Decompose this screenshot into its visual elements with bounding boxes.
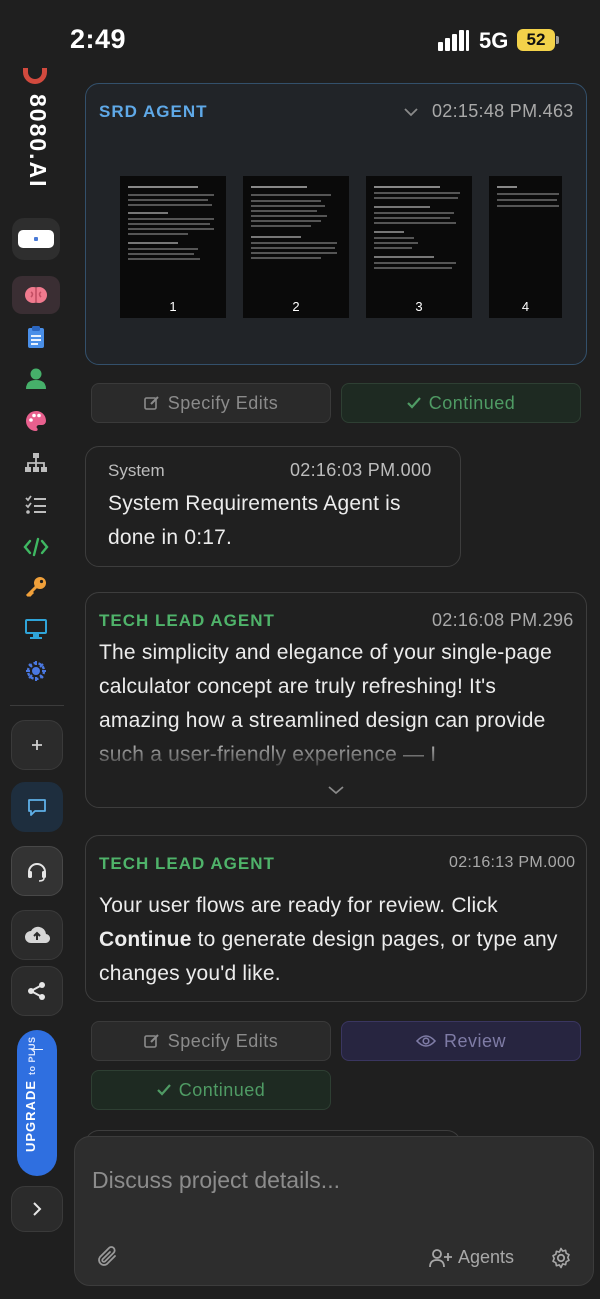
page-number: 2 bbox=[292, 299, 300, 314]
page-number: 1 bbox=[169, 299, 177, 314]
key-icon[interactable] bbox=[12, 568, 60, 606]
specify-edits-button[interactable]: Specify Edits bbox=[91, 1021, 331, 1061]
srd-agent-card: SRD AGENT 02:15:48 PM.463 1 2 3 4 bbox=[85, 83, 587, 365]
document-page-thumbnail[interactable]: 2 bbox=[243, 176, 349, 318]
gear-network-icon[interactable] bbox=[12, 652, 60, 690]
palette-icon[interactable] bbox=[12, 402, 60, 440]
text-fade bbox=[87, 733, 585, 773]
sidebar: 8080.AI ← UPGRADEto PLUS bbox=[0, 60, 72, 1299]
project-chip[interactable] bbox=[12, 218, 60, 260]
agent-label: TECH LEAD AGENT bbox=[99, 854, 275, 873]
code-icon[interactable] bbox=[12, 528, 60, 566]
continued-button[interactable]: Continued bbox=[341, 383, 581, 423]
review-label: Review bbox=[443, 1030, 507, 1051]
agent-label: SRD AGENT bbox=[99, 102, 208, 121]
edit-icon bbox=[143, 1034, 159, 1048]
expand-sidebar-button[interactable] bbox=[11, 1186, 63, 1232]
battery-icon: 52 bbox=[517, 29, 555, 51]
support-headset-button[interactable] bbox=[11, 846, 63, 896]
clipboard-icon[interactable] bbox=[12, 318, 60, 356]
status-time: 2:49 bbox=[70, 24, 127, 54]
checklist-icon[interactable] bbox=[12, 486, 60, 524]
agents-button[interactable]: Agents bbox=[429, 1247, 514, 1268]
specify-edits-button[interactable]: Specify Edits bbox=[91, 383, 331, 423]
battery-tip bbox=[556, 36, 559, 44]
status-bar: 2:49 5G 52 bbox=[0, 0, 600, 78]
chat-button[interactable] bbox=[11, 782, 63, 832]
message-text: Your user flows are ready for review. Cl… bbox=[99, 894, 558, 985]
network-type: 5G bbox=[479, 28, 509, 53]
message-timestamp: 02:15:48 PM.463 bbox=[432, 101, 574, 121]
edit-icon bbox=[143, 396, 159, 410]
upgrade-label: UPGRADEto PLUS bbox=[23, 1036, 38, 1152]
message-text: System Requirements Agent is done in 0:1… bbox=[108, 492, 401, 549]
page-number: 3 bbox=[415, 299, 423, 314]
specify-edits-label: Specify Edits bbox=[167, 1030, 279, 1051]
cloud-upload-button[interactable] bbox=[11, 910, 63, 960]
specify-edits-label: Specify Edits bbox=[167, 392, 279, 413]
continued-label: Continued bbox=[428, 392, 516, 413]
sitemap-icon[interactable] bbox=[12, 444, 60, 482]
check-icon bbox=[406, 397, 421, 409]
tech-lead-message-card: TECH LEAD AGENT 02:16:08 PM.296 The simp… bbox=[85, 592, 587, 808]
document-page-thumbnail[interactable]: 1 bbox=[120, 176, 226, 318]
user-icon[interactable] bbox=[12, 360, 60, 398]
message-timestamp: 02:16:13 PM.000 bbox=[449, 854, 576, 871]
share-button[interactable] bbox=[11, 966, 63, 1016]
chevron-down-icon[interactable] bbox=[404, 104, 418, 122]
agents-label: Agents bbox=[458, 1247, 515, 1267]
expand-chevron-icon[interactable] bbox=[328, 782, 344, 800]
continued-button[interactable]: Continued bbox=[91, 1070, 331, 1110]
settings-gear-icon[interactable] bbox=[550, 1247, 572, 1274]
message-composer: Discuss project details... Agents bbox=[74, 1136, 594, 1286]
sidebar-divider bbox=[10, 705, 64, 706]
add-user-icon bbox=[429, 1248, 452, 1267]
review-button[interactable]: Review bbox=[341, 1021, 581, 1061]
continue-keyword: Continue bbox=[99, 928, 192, 951]
message-timestamp: 02:16:08 PM.296 bbox=[432, 610, 574, 630]
system-message-card: System 02:16:03 PM.000 System Requiremen… bbox=[85, 446, 461, 567]
paperclip-icon[interactable] bbox=[97, 1245, 119, 1274]
brand-name: 8080.AI bbox=[25, 94, 51, 189]
page-number: 4 bbox=[521, 299, 530, 314]
message-input[interactable]: Discuss project details... bbox=[92, 1167, 340, 1194]
document-page-thumbnail[interactable]: 4 bbox=[489, 176, 562, 318]
upgrade-button[interactable]: ← UPGRADEto PLUS bbox=[17, 1030, 57, 1176]
brain-icon[interactable] bbox=[12, 276, 60, 314]
add-button[interactable] bbox=[11, 720, 63, 770]
logo-icon bbox=[23, 68, 47, 84]
eye-icon bbox=[415, 1035, 436, 1047]
agent-label: TECH LEAD AGENT bbox=[99, 611, 275, 630]
monitor-icon[interactable] bbox=[12, 610, 60, 648]
tech-lead-message-card: TECH LEAD AGENT 02:16:13 PM.000 Your use… bbox=[85, 835, 587, 1002]
check-icon bbox=[156, 1084, 171, 1096]
signal-icon bbox=[438, 29, 470, 51]
continued-label: Continued bbox=[178, 1079, 266, 1100]
agent-label: System bbox=[108, 461, 165, 480]
message-timestamp: 02:16:03 PM.000 bbox=[290, 460, 432, 480]
document-page-thumbnail[interactable]: 3 bbox=[366, 176, 472, 318]
